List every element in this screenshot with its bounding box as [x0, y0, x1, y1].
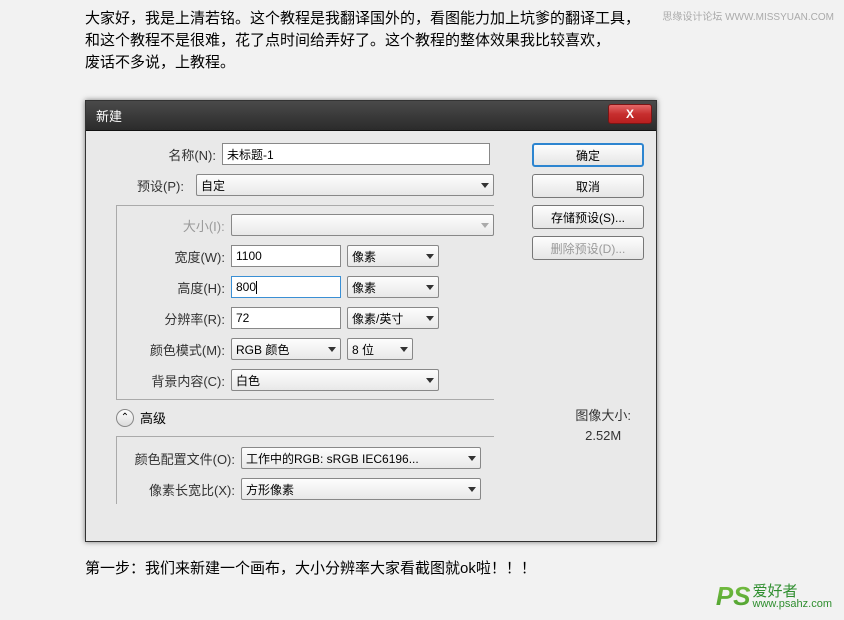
advanced-toggle[interactable]: ⌃ — [116, 409, 134, 427]
preset-label: 预设(P): — [96, 176, 184, 195]
bitdepth-select[interactable]: 8 位 — [347, 338, 413, 360]
close-button[interactable]: X — [608, 104, 652, 124]
height-value: 800 — [236, 280, 256, 294]
resolution-unit-select[interactable]: 像素/英寸 — [347, 307, 439, 329]
name-value: 未标题-1 — [227, 146, 274, 163]
height-input[interactable]: 800 — [231, 276, 341, 298]
resolution-label: 分辨率(R): — [117, 309, 225, 328]
name-label: 名称(N): — [96, 145, 216, 164]
delete-preset-button: 删除预设(D)... — [532, 236, 644, 260]
height-label: 高度(H): — [117, 278, 225, 297]
intro-line3: 废话不多说，上教程。 — [85, 54, 235, 71]
width-value: 1100 — [236, 249, 262, 263]
preset-select[interactable]: 自定 — [196, 174, 494, 196]
watermark-cn: 爱好者 — [753, 584, 832, 599]
colorprofile-select[interactable]: 工作中的RGB: sRGB IEC6196... — [241, 447, 481, 469]
advanced-label: 高级 — [140, 408, 166, 427]
chevron-down-icon — [426, 378, 434, 383]
save-preset-label: 存储预设(S)... — [551, 209, 625, 226]
watermark-url: www.psahz.com — [753, 599, 832, 610]
colormode-label: 颜色模式(M): — [117, 340, 225, 359]
resolution-value: 72 — [236, 311, 249, 325]
chevron-down-icon — [426, 285, 434, 290]
cancel-label: 取消 — [576, 178, 600, 195]
resolution-input[interactable]: 72 — [231, 307, 341, 329]
colormode-value: RGB 颜色 — [236, 341, 289, 358]
width-unit: 像素 — [352, 248, 376, 265]
chevron-down-icon — [481, 183, 489, 188]
chevron-down-icon — [426, 316, 434, 321]
size-label: 大小(I): — [117, 216, 225, 235]
chevron-down-icon — [426, 254, 434, 259]
pixelratio-value: 方形像素 — [246, 481, 294, 498]
intro-line1: 大家好，我是上清若铭。这个教程是我翻译国外的，看图能力加上坑爹的翻译工具， — [85, 10, 640, 27]
chevron-down-icon — [468, 456, 476, 461]
double-chevron-up-icon: ⌃ — [121, 412, 129, 423]
new-document-dialog: 新建 X 名称(N): 未标题-1 预设(P): 自定 大小(I): 宽度(W)… — [85, 100, 657, 542]
step-text: 第一步：我们来新建一个画布，大小分辨率大家看截图就ok啦！！！ — [85, 557, 844, 578]
image-size-label: 图像大小: — [575, 406, 631, 426]
width-input[interactable]: 1100 — [231, 245, 341, 267]
chevron-down-icon — [481, 223, 489, 228]
preset-value: 自定 — [201, 177, 225, 194]
name-input[interactable]: 未标题-1 — [222, 143, 490, 165]
intro-line2: 和这个教程不是很难，花了点时间给弄好了。这个教程的整体效果我比较喜欢， — [85, 32, 610, 49]
size-select — [231, 214, 494, 236]
height-unit: 像素 — [352, 279, 376, 296]
resolution-unit: 像素/英寸 — [352, 310, 403, 327]
colormode-select[interactable]: RGB 颜色 — [231, 338, 341, 360]
height-unit-select[interactable]: 像素 — [347, 276, 439, 298]
background-select[interactable]: 白色 — [231, 369, 439, 391]
image-size-info: 图像大小: 2.52M — [575, 406, 631, 446]
pixelratio-label: 像素长宽比(X): — [117, 480, 235, 499]
colorprofile-label: 颜色配置文件(O): — [117, 449, 235, 468]
watermark-top: 思缘设计论坛 WWW.MISSYUAN.COM — [662, 8, 834, 23]
watermark-bottom: PS 爱好者 www.psahz.com — [716, 581, 832, 612]
pixelratio-select[interactable]: 方形像素 — [241, 478, 481, 500]
ps-logo: PS — [716, 581, 751, 612]
colorprofile-value: 工作中的RGB: sRGB IEC6196... — [246, 450, 419, 467]
image-size-value: 2.52M — [575, 426, 631, 446]
chevron-down-icon — [468, 487, 476, 492]
watermark-text: 爱好者 www.psahz.com — [753, 584, 832, 610]
save-preset-button[interactable]: 存储预设(S)... — [532, 205, 644, 229]
chevron-down-icon — [328, 347, 336, 352]
close-icon: X — [626, 107, 634, 121]
cancel-button[interactable]: 取消 — [532, 174, 644, 198]
dialog-body: 名称(N): 未标题-1 预设(P): 自定 大小(I): 宽度(W): 110… — [86, 131, 656, 541]
dialog-buttons: 确定 取消 存储预设(S)... 删除预设(D)... — [532, 143, 644, 267]
chevron-down-icon — [400, 347, 408, 352]
delete-preset-label: 删除预设(D)... — [551, 240, 626, 257]
text-cursor — [256, 281, 257, 294]
background-value: 白色 — [236, 372, 260, 389]
ok-button[interactable]: 确定 — [532, 143, 644, 167]
dialog-title: 新建 — [96, 106, 122, 125]
bitdepth-value: 8 位 — [352, 341, 374, 358]
width-label: 宽度(W): — [117, 247, 225, 266]
width-unit-select[interactable]: 像素 — [347, 245, 439, 267]
ok-label: 确定 — [576, 147, 600, 164]
background-label: 背景内容(C): — [117, 371, 225, 390]
dialog-titlebar[interactable]: 新建 X — [86, 101, 656, 131]
